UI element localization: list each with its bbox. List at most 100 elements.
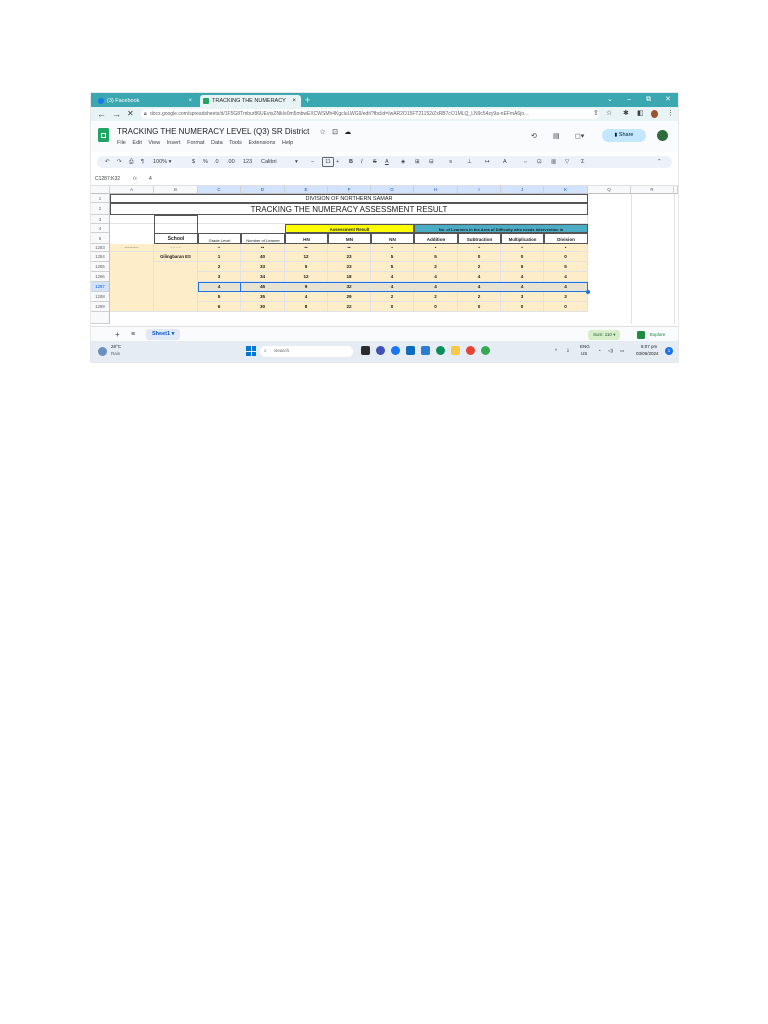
- tab-facebook[interactable]: (3) Facebook ×: [95, 95, 197, 107]
- photos-icon[interactable]: [421, 346, 430, 355]
- column-header-j[interactable]: J: [501, 186, 544, 194]
- column-header-b[interactable]: B: [154, 186, 198, 194]
- strikethrough-button[interactable]: S: [373, 156, 377, 168]
- table-cell-mn[interactable]: 29: [328, 292, 371, 302]
- document-title[interactable]: TRACKING THE NUMERACY LEVEL (Q3) SR Dist…: [117, 127, 351, 136]
- grade-level-column-label[interactable]: Grade Level: [198, 233, 241, 244]
- table-cell-subtraction[interactable]: 0: [458, 302, 501, 312]
- table-cell-learners[interactable]: 40: [241, 252, 285, 262]
- table-cell-division[interactable]: 3: [544, 292, 588, 302]
- learners-difficulty-header[interactable]: No. of Learners in the Area of Difficult…: [414, 224, 588, 233]
- task-view-icon[interactable]: [361, 346, 370, 355]
- row-header[interactable]: 4: [91, 224, 110, 233]
- table-cell-hn[interactable]: 8: [285, 302, 328, 312]
- division-title-cell[interactable]: DIVISION OF NORTHERN SAMAR: [110, 194, 588, 203]
- all-sheets-icon[interactable]: ≡: [131, 327, 135, 342]
- weather-icon[interactable]: [98, 347, 107, 356]
- column-header-g[interactable]: G: [371, 186, 414, 194]
- assessment-result-header[interactable]: Assessment Result: [285, 224, 414, 233]
- tray-overflow-icon[interactable]: ^: [555, 348, 557, 353]
- bookmark-star-icon[interactable]: ☆: [606, 108, 612, 120]
- table-cell-mn[interactable]: 18: [328, 272, 371, 282]
- table-cell-nn[interactable]: 5: [371, 262, 414, 272]
- star-icon[interactable]: ☆: [320, 129, 326, 136]
- table-cell-division[interactable]: 0: [544, 302, 588, 312]
- chevron-down-icon[interactable]: ▾: [295, 156, 298, 168]
- addition-column-label[interactable]: Addition: [414, 233, 458, 244]
- table-cell-grade[interactable]: 3: [198, 272, 241, 282]
- table-cell-addition[interactable]: 5: [414, 252, 458, 262]
- minimize-button[interactable]: –: [627, 93, 631, 106]
- table-cell-grade[interactable]: 1: [198, 252, 241, 262]
- chat-icon[interactable]: [376, 346, 385, 355]
- table-cell-multiplication[interactable]: 3: [501, 292, 544, 302]
- table-cell-division[interactable]: 4: [544, 272, 588, 282]
- menu-insert[interactable]: Insert: [167, 140, 181, 146]
- menu-data[interactable]: Data: [211, 140, 223, 146]
- row-header[interactable]: 1285: [91, 262, 110, 272]
- table-cell-mn[interactable]: 22: [328, 302, 371, 312]
- table-cell-nn[interactable]: 0: [371, 302, 414, 312]
- tab-close-icon[interactable]: ×: [188, 95, 192, 107]
- text-rotation-icon[interactable]: A: [503, 156, 507, 168]
- increase-font-size-button[interactable]: +: [336, 156, 339, 168]
- battery-icon[interactable]: ▭: [620, 348, 624, 354]
- division-column-label[interactable]: Division: [544, 233, 588, 244]
- menu-view[interactable]: View: [148, 140, 160, 146]
- table-cell-grade[interactable]: 2: [198, 262, 241, 272]
- currency-icon[interactable]: $: [192, 156, 195, 168]
- increase-decimal-icon[interactable]: .00: [227, 156, 235, 168]
- number-format-icon[interactable]: 123: [243, 156, 252, 168]
- table-cell[interactable]: •: [501, 244, 544, 252]
- table-cell-subtraction[interactable]: 4: [458, 272, 501, 282]
- sheet-title-cell[interactable]: TRACKING THE NUMERACY ASSESSMENT RESULT: [110, 203, 588, 215]
- italic-button[interactable]: I: [361, 156, 363, 168]
- menu-tools[interactable]: Tools: [229, 140, 242, 146]
- share-button[interactable]: ▮ Share: [602, 129, 646, 142]
- table-cell-learners[interactable]: 33: [241, 262, 285, 272]
- table-cell-addition[interactable]: 4: [414, 272, 458, 282]
- vertical-scrollbar[interactable]: [674, 186, 678, 194]
- table-cell[interactable]: •: [414, 244, 458, 252]
- insert-link-icon[interactable]: ⇔: [523, 156, 529, 168]
- table-cell-subtraction[interactable]: 2: [458, 262, 501, 272]
- table-cell[interactable]: •: [544, 244, 588, 252]
- table-cell-nn[interactable]: 4: [371, 272, 414, 282]
- explore-label[interactable]: Explore: [650, 327, 665, 342]
- notification-badge[interactable]: 1: [665, 347, 673, 355]
- column-a-cells[interactable]: [110, 252, 154, 312]
- browser-menu-icon[interactable]: ⋮: [667, 108, 674, 120]
- menu-file[interactable]: File: [117, 140, 126, 146]
- number-of-learner-column-label[interactable]: Number of Learner: [241, 233, 285, 244]
- zoom-select[interactable]: 100% ▾: [153, 156, 171, 168]
- version-history-icon[interactable]: ⟲: [531, 132, 537, 140]
- table-cell-mn[interactable]: 23: [328, 262, 371, 272]
- taskbar-search[interactable]: ⌕ Search: [260, 346, 353, 357]
- formula-input[interactable]: 4: [149, 174, 152, 185]
- table-cell-subtraction[interactable]: 2: [458, 292, 501, 302]
- vertical-align-icon[interactable]: ⊥: [467, 156, 472, 168]
- column-header-f[interactable]: F: [328, 186, 371, 194]
- row-header[interactable]: 1284: [91, 252, 110, 262]
- row-header[interactable]: 3: [91, 215, 110, 224]
- table-cell-learners[interactable]: 35: [241, 292, 285, 302]
- extensions-icon[interactable]: ✱: [623, 108, 629, 120]
- table-cell-nn[interactable]: 5: [371, 252, 414, 262]
- text-wrap-icon[interactable]: ↦: [485, 156, 490, 168]
- tab-spreadsheet[interactable]: TRACKING THE NUMERACY LEV… ×: [200, 95, 301, 116]
- restore-button[interactable]: ⧉: [646, 93, 651, 106]
- explore-icon[interactable]: [637, 331, 645, 339]
- insert-chart-icon[interactable]: ▥: [551, 156, 556, 168]
- font-select[interactable]: Calibri: [261, 156, 277, 168]
- row-header[interactable]: 2: [91, 203, 110, 215]
- table-cell-multiplication[interactable]: 5: [501, 262, 544, 272]
- table-cell-learners[interactable]: 30: [241, 302, 285, 312]
- table-cell-nn[interactable]: 2: [371, 292, 414, 302]
- table-cell-division[interactable]: 5: [544, 262, 588, 272]
- google-sheets-logo[interactable]: [98, 128, 109, 142]
- windows-start-icon[interactable]: [246, 346, 256, 356]
- fill-handle[interactable]: [586, 290, 590, 294]
- table-cell-learners[interactable]: 34: [241, 272, 285, 282]
- menu-extensions[interactable]: Extensions: [248, 140, 275, 146]
- text-color-button[interactable]: A: [385, 156, 389, 168]
